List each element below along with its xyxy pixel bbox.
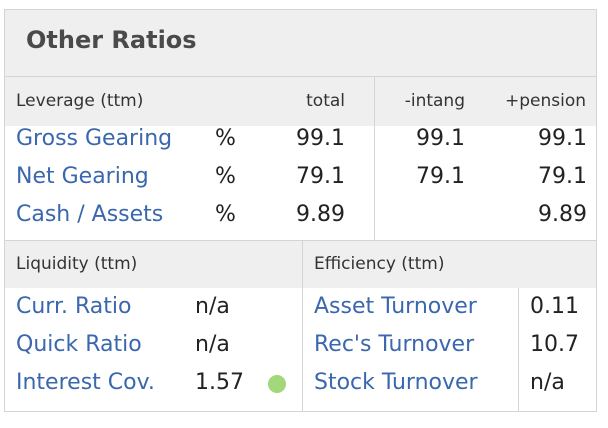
curr-ratio-value: n/a <box>195 294 230 319</box>
recs-turnover-value: 10.7 <box>530 332 579 357</box>
curr-ratio-link[interactable]: Curr. Ratio <box>16 294 131 319</box>
net-gearing-total: 79.1 <box>296 164 345 189</box>
stock-turnover-value: n/a <box>530 370 565 395</box>
recs-turnover-link[interactable]: Rec's Turnover <box>314 332 474 357</box>
panel-title: Other Ratios <box>26 26 197 54</box>
gross-gearing-total: 99.1 <box>296 126 345 151</box>
gross-gearing-unit: % <box>215 126 236 151</box>
leverage-subheader: Leverage (ttm) total -intang +pension <box>5 77 596 126</box>
efficiency-value-divider <box>518 288 519 411</box>
liquidity-subheader: Liquidity (ttm) <box>5 241 302 288</box>
leverage-header: Leverage (ttm) <box>16 91 144 111</box>
cash-assets-total: 9.89 <box>296 202 345 227</box>
interest-cov-value: 1.57 <box>195 370 244 395</box>
quick-ratio-value: n/a <box>195 332 230 357</box>
leverage-divider <box>374 77 375 240</box>
stock-turnover-link[interactable]: Stock Turnover <box>314 370 478 395</box>
efficiency-subheader: Efficiency (ttm) <box>303 241 596 288</box>
net-gearing-unit: % <box>215 164 236 189</box>
panel-header: Other Ratios <box>5 10 596 77</box>
quick-ratio-link[interactable]: Quick Ratio <box>16 332 142 357</box>
column-header-intang: -intang <box>404 91 465 111</box>
gross-gearing-pension: 99.1 <box>538 126 587 151</box>
liquidity-efficiency-divider <box>302 241 303 411</box>
status-indicator-icon <box>268 375 286 393</box>
cash-assets-pension: 9.89 <box>538 202 587 227</box>
cash-assets-unit: % <box>215 202 236 227</box>
net-gearing-pension: 79.1 <box>538 164 587 189</box>
other-ratios-panel: Other Ratios Leverage (ttm) total -intan… <box>4 9 597 412</box>
liquidity-header: Liquidity (ttm) <box>16 254 138 274</box>
column-header-total: total <box>306 91 345 111</box>
column-header-pension: +pension <box>504 91 586 111</box>
cash-assets-link[interactable]: Cash / Assets <box>16 202 163 227</box>
net-gearing-link[interactable]: Net Gearing <box>16 164 149 189</box>
gross-gearing-link[interactable]: Gross Gearing <box>16 126 172 151</box>
gross-gearing-intang: 99.1 <box>416 126 465 151</box>
efficiency-header: Efficiency (ttm) <box>314 254 445 274</box>
interest-cov-link[interactable]: Interest Cov. <box>16 370 155 395</box>
asset-turnover-value: 0.11 <box>530 294 579 319</box>
net-gearing-intang: 79.1 <box>416 164 465 189</box>
asset-turnover-link[interactable]: Asset Turnover <box>314 294 477 319</box>
